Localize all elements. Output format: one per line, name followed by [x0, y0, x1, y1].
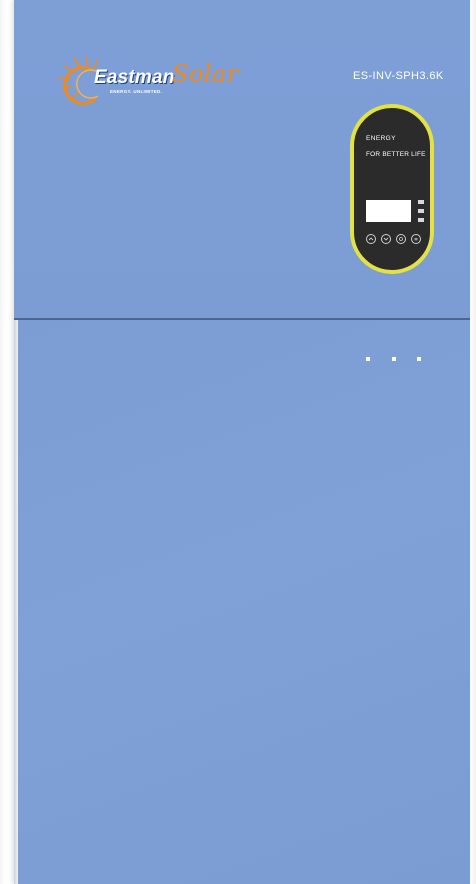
down-button[interactable]	[381, 234, 391, 244]
status-indicator-3	[418, 218, 424, 222]
up-button[interactable]	[366, 234, 376, 244]
status-indicator-1	[418, 200, 424, 204]
inverter-lower-panel	[18, 320, 470, 884]
enter-button[interactable]	[396, 234, 406, 244]
display-panel: ENERGY FOR BETTER LIFE	[350, 104, 434, 274]
led-dot-1	[366, 357, 370, 361]
control-buttons	[366, 234, 426, 246]
inverter-unit: Eastman Solar ENERGY. UNLIMITED. ES-INV-…	[14, 0, 470, 884]
back-button[interactable]	[411, 234, 421, 244]
model-number: ES-INV-SPH3.6K	[353, 70, 444, 82]
enter-icon	[399, 237, 403, 241]
back-icon	[414, 238, 418, 241]
led-dot-2	[392, 357, 396, 361]
brand-name: Eastman	[94, 67, 175, 88]
down-arrow-icon	[383, 237, 389, 241]
led-dot-3	[417, 357, 421, 361]
brand-logo: Eastman Solar ENERGY. UNLIMITED.	[52, 48, 242, 112]
status-indicator-2	[418, 209, 424, 213]
brand-tagline: ENERGY. UNLIMITED.	[110, 89, 163, 94]
lcd-screen	[366, 200, 411, 222]
brand-name-suffix: Solar	[172, 60, 239, 88]
panel-text-slogan: FOR BETTER LIFE	[366, 151, 426, 158]
panel-text-energy: ENERGY	[366, 135, 396, 142]
up-arrow-icon	[368, 237, 374, 241]
